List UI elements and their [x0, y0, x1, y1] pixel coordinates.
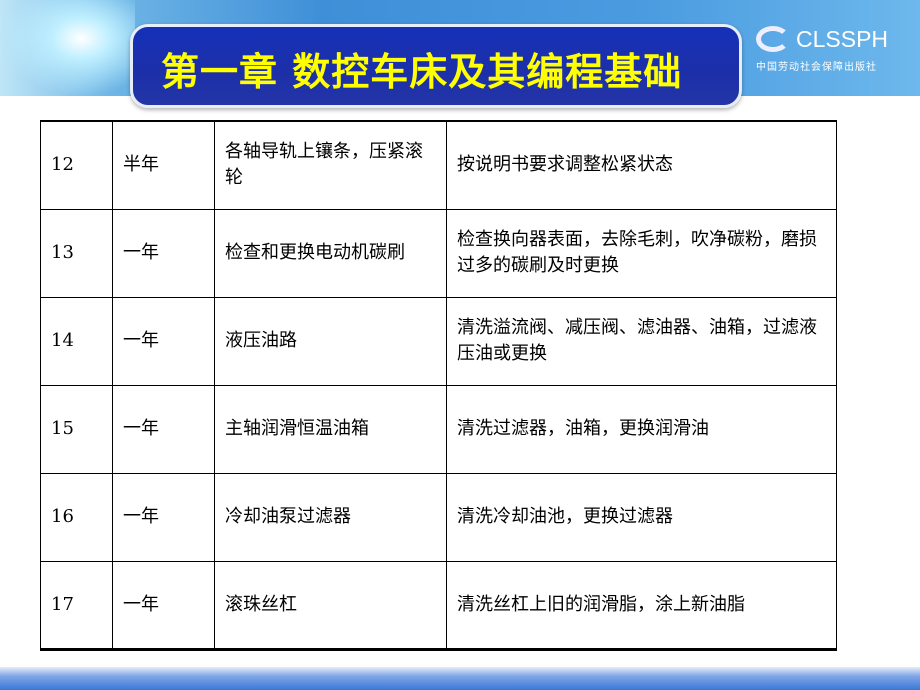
cell-check-item: 各轴导轨上镶条，压紧滚轮 [214, 120, 447, 210]
cell-item-number: 12 [40, 120, 113, 210]
cell-requirement: 清洗丝杠上旧的润滑脂，涂上新油脂 [446, 560, 837, 650]
publisher-logo: CLSSPH 中国劳动社会保障出版社 [752, 22, 917, 82]
cell-requirement: 清洗过滤器，油箱，更换润滑油 [446, 384, 837, 474]
cell-cycle: 一年 [112, 472, 215, 562]
cell-requirement: 检查换向器表面，去除毛刺，吹净碳粉，磨损过多的碳刷及时更换 [446, 208, 837, 298]
cell-check-item: 检查和更换电动机碳刷 [214, 208, 447, 298]
cell-requirement: 按说明书要求调整松紧状态 [446, 120, 837, 210]
table-row: 16 一年 冷却油泵过滤器 清洗冷却油池，更换过滤器 [40, 472, 837, 562]
logo-name: CLSSPH [796, 26, 889, 52]
table-row: 15 一年 主轴润滑恒温油箱 清洗过滤器，油箱，更换润滑油 [40, 384, 837, 474]
cell-item-number: 13 [40, 208, 113, 298]
cell-cycle: 一年 [112, 560, 215, 650]
table-row: 17 一年 滚珠丝杠 清洗丝杠上旧的润滑脂，涂上新油脂 [40, 560, 837, 650]
page-title: 第一章 数控车床及其编程基础 [161, 50, 683, 94]
cell-item-number: 15 [40, 384, 113, 474]
cell-check-item: 冷却油泵过滤器 [214, 472, 447, 562]
cell-requirement: 清洗冷却油池，更换过滤器 [446, 472, 837, 562]
cell-item-number: 17 [40, 560, 113, 650]
cell-check-item: 滚珠丝杠 [214, 560, 447, 650]
title-box: 第一章 数控车床及其编程基础 [130, 24, 742, 108]
footer-bar [0, 667, 920, 690]
cell-cycle: 一年 [112, 384, 215, 474]
cell-cycle: 一年 [112, 208, 215, 298]
cell-cycle: 半年 [112, 120, 215, 210]
cell-cycle: 一年 [112, 296, 215, 386]
logo-subtitle: 中国劳动社会保障出版社 [756, 62, 877, 73]
cell-item-number: 14 [40, 296, 113, 386]
cell-item-number: 16 [40, 472, 113, 562]
cell-check-item: 主轴润滑恒温油箱 [214, 384, 447, 474]
table-row: 14 一年 液压油路 清洗溢流阀、减压阀、滤油器、油箱，过滤液压油或更换 [40, 296, 837, 386]
logo-icon [756, 26, 790, 52]
table-row: 13 一年 检查和更换电动机碳刷 检查换向器表面，去除毛刺，吹净碳粉，磨损过多的碳刷及… [40, 208, 837, 298]
cell-requirement: 清洗溢流阀、减压阀、滤油器、油箱，过滤液压油或更换 [446, 296, 837, 386]
cell-check-item: 液压油路 [214, 296, 447, 386]
header-banner: 第一章 数控车床及其编程基础 CLSSPH 中国劳动社会保障出版社 [0, 0, 920, 108]
maintenance-table: 12 半年 各轴导轨上镶条，压紧滚轮 按说明书要求调整松紧状态 13 一年 检查和更换电动机… [40, 120, 837, 651]
table-row: 12 半年 各轴导轨上镶条，压紧滚轮 按说明书要求调整松紧状态 [40, 120, 837, 210]
chain-graphic [0, 0, 135, 96]
